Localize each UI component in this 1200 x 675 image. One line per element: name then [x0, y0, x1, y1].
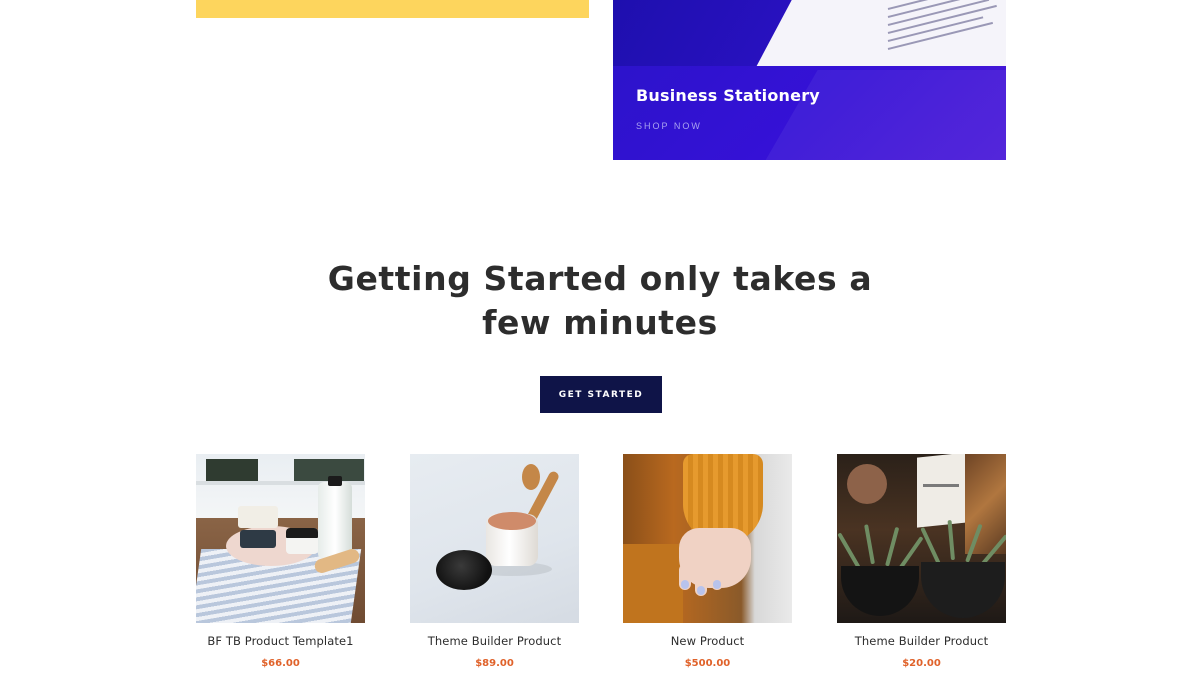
product-name[interactable]: New Product	[623, 634, 792, 648]
shop-now-link[interactable]: SHOP NOW	[636, 121, 702, 131]
banner-title: Business Stationery	[636, 86, 820, 105]
product-price: $89.00	[475, 658, 514, 669]
cta-headline-line-2: few minutes	[482, 303, 718, 342]
product-card[interactable]: New Product $500.00	[623, 454, 792, 669]
hand-sweater-image[interactable]	[623, 454, 792, 623]
category-banner-business-stationery[interactable]: Business Stationery SHOP NOW	[613, 0, 1006, 160]
potted-plants-image[interactable]	[837, 454, 1006, 623]
banner-art-shade	[748, 70, 1006, 160]
product-price: $20.00	[902, 658, 941, 669]
product-name[interactable]: BF TB Product Template1	[196, 634, 365, 648]
product-price: $66.00	[261, 658, 300, 669]
product-name[interactable]: Theme Builder Product	[837, 634, 1006, 648]
soap-bath-products-image[interactable]	[196, 454, 365, 623]
product-card[interactable]: BF TB Product Template1 $66.00	[196, 454, 365, 669]
cta-headline: Getting Started only takes a few minutes	[300, 257, 900, 345]
page: Business Stationery SHOP NOW Getting Sta…	[0, 0, 1200, 675]
paper-text-lines	[887, 0, 1006, 58]
product-card[interactable]: Theme Builder Product $20.00	[837, 454, 1006, 669]
product-card[interactable]: Theme Builder Product $89.00	[410, 454, 579, 669]
product-price: $500.00	[684, 658, 731, 669]
powder-jar-image[interactable]	[410, 454, 579, 623]
product-name[interactable]: Theme Builder Product	[410, 634, 579, 648]
cta-headline-line-1: Getting Started only takes a	[327, 259, 873, 298]
category-banner-yellow[interactable]	[196, 0, 589, 18]
get-started-button[interactable]: GET STARTED	[540, 376, 662, 413]
